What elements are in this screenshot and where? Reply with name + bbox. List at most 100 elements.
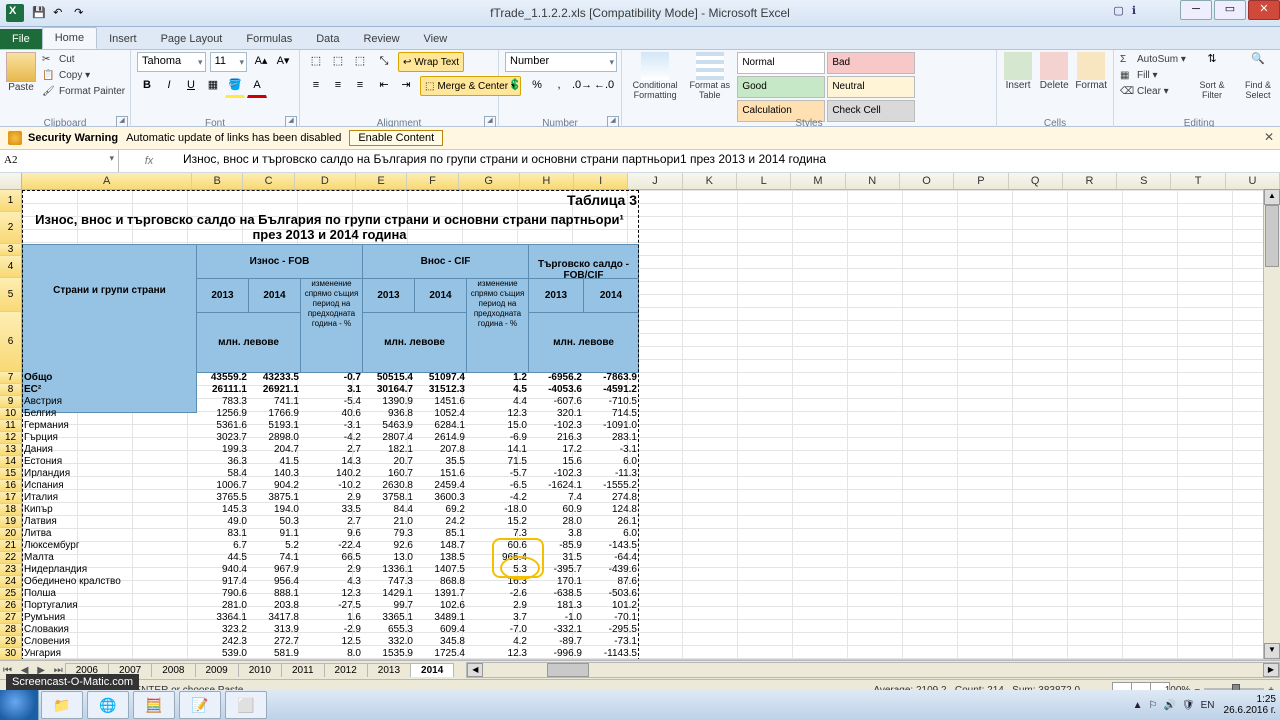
row-header[interactable]: 16: [0, 480, 22, 492]
format-as-table-button[interactable]: Format as Table: [688, 52, 731, 110]
enable-content-button[interactable]: Enable Content: [349, 130, 443, 146]
percent-icon[interactable]: %: [527, 76, 547, 96]
tab-review[interactable]: Review: [351, 29, 411, 49]
sheet-tab[interactable]: 2014: [410, 663, 454, 677]
column-header[interactable]: D: [295, 173, 356, 189]
copy-button[interactable]: 📋Copy ▾: [42, 68, 125, 84]
worksheet-grid[interactable]: ABCDEFGHIJKLMNOPQRSTU 123456789101112131…: [0, 173, 1280, 660]
minimize-button[interactable]: ─: [1180, 0, 1212, 20]
row-header[interactable]: 14: [0, 456, 22, 468]
row-header[interactable]: 18: [0, 504, 22, 516]
name-box[interactable]: [0, 150, 119, 172]
grow-font-icon[interactable]: A▴: [251, 52, 271, 72]
sheet-tab[interactable]: 2012: [324, 663, 368, 677]
row-header[interactable]: 30: [0, 648, 22, 660]
language-indicator[interactable]: EN: [1201, 700, 1215, 711]
tab-page-layout[interactable]: Page Layout: [149, 29, 235, 49]
accounting-icon[interactable]: 💲: [505, 76, 525, 96]
sheet-tab[interactable]: 2008: [151, 663, 195, 677]
number-format-combo[interactable]: Number: [505, 52, 617, 72]
row-header[interactable]: 24: [0, 576, 22, 588]
autosum-button[interactable]: ΣAutoSum ▾: [1120, 52, 1186, 68]
column-header[interactable]: S: [1117, 173, 1171, 189]
align-middle-icon[interactable]: ⬚: [328, 52, 348, 72]
comma-icon[interactable]: ,: [549, 76, 569, 96]
italic-button[interactable]: I: [159, 76, 179, 96]
column-headers[interactable]: ABCDEFGHIJKLMNOPQRSTU: [0, 173, 1280, 190]
column-header[interactable]: T: [1171, 173, 1225, 189]
dec-indent-icon[interactable]: ⇤: [374, 76, 394, 96]
quick-access-toolbar[interactable]: 💾 ↶ ↷: [30, 6, 90, 20]
row-header[interactable]: 7: [0, 372, 22, 384]
style-normal[interactable]: Normal: [737, 52, 825, 74]
row-header[interactable]: 25: [0, 588, 22, 600]
column-header[interactable]: A: [22, 173, 192, 189]
select-all-corner[interactable]: [0, 173, 22, 189]
system-tray[interactable]: ▲⚐🔊🛡 EN 1:2526.6.2016 г.: [1130, 690, 1280, 720]
column-header[interactable]: G: [459, 173, 520, 189]
sheet-area[interactable]: Таблица 3Износ, внос и търговско салдо н…: [22, 190, 1280, 660]
column-header[interactable]: E: [356, 173, 407, 189]
undo-icon[interactable]: ↶: [53, 6, 67, 20]
shrink-font-icon[interactable]: A▾: [273, 52, 293, 72]
column-header[interactable]: F: [407, 173, 458, 189]
row-header[interactable]: 13: [0, 444, 22, 456]
find-select-button[interactable]: 🔍Find & Select: [1238, 52, 1278, 110]
align-center-icon[interactable]: ≡: [328, 76, 348, 96]
cell-styles-gallery[interactable]: Normal Bad Good Neutral Calculation Chec…: [737, 52, 990, 110]
align-left-icon[interactable]: ≡: [306, 76, 326, 96]
underline-button[interactable]: U: [181, 76, 201, 96]
redo-icon[interactable]: ↷: [74, 6, 88, 20]
scroll-thumb[interactable]: [1265, 205, 1279, 267]
taskbar-app[interactable]: 🌐: [87, 691, 129, 719]
row-header[interactable]: 29: [0, 636, 22, 648]
conditional-formatting-button[interactable]: Conditional Formatting: [628, 52, 682, 110]
row-header[interactable]: 19: [0, 516, 22, 528]
row-header[interactable]: 23: [0, 564, 22, 576]
sheet-tab[interactable]: 2010: [238, 663, 282, 677]
column-header[interactable]: C: [243, 173, 294, 189]
clear-button[interactable]: ⌫Clear ▾: [1120, 84, 1186, 100]
tab-insert[interactable]: Insert: [97, 29, 149, 49]
paste-button[interactable]: Paste: [6, 52, 36, 110]
column-header[interactable]: B: [192, 173, 243, 189]
scroll-right-arrow[interactable]: ▶: [1263, 663, 1279, 677]
style-bad[interactable]: Bad: [827, 52, 915, 74]
hscroll-thumb[interactable]: [547, 663, 589, 677]
border-button[interactable]: ▦: [203, 76, 223, 96]
column-header[interactable]: I: [574, 173, 628, 189]
row-header[interactable]: 2: [0, 212, 22, 244]
row-header[interactable]: 8: [0, 384, 22, 396]
row-header[interactable]: 5: [0, 278, 22, 312]
row-header[interactable]: 11: [0, 420, 22, 432]
column-header[interactable]: Q: [1009, 173, 1063, 189]
row-header[interactable]: 6: [0, 312, 22, 372]
delete-cells-button[interactable]: Delete: [1039, 52, 1069, 110]
cut-button[interactable]: ✂Cut: [42, 52, 125, 68]
fill-button[interactable]: ▦Fill ▾: [1120, 68, 1186, 84]
column-header[interactable]: U: [1226, 173, 1280, 189]
font-color-button[interactable]: A: [247, 76, 267, 98]
sheet-tab[interactable]: 2011: [281, 663, 325, 677]
row-headers[interactable]: 1234567891011121314151617181920212223242…: [0, 190, 22, 660]
column-header[interactable]: O: [900, 173, 954, 189]
align-bottom-icon[interactable]: ⬚: [350, 52, 370, 72]
tab-home[interactable]: Home: [42, 27, 97, 49]
scroll-up-arrow[interactable]: ▲: [1264, 189, 1280, 205]
align-top-icon[interactable]: ⬚: [306, 52, 326, 72]
format-painter-button[interactable]: 🖌Format Painter: [42, 84, 125, 100]
row-header[interactable]: 21: [0, 540, 22, 552]
clock[interactable]: 1:2526.6.2016 г.: [1224, 694, 1276, 716]
column-header[interactable]: N: [846, 173, 900, 189]
bold-button[interactable]: B: [137, 76, 157, 96]
column-header[interactable]: K: [683, 173, 737, 189]
windows-taskbar[interactable]: 📁 🌐 🧮 📝 ⬜ ▲⚐🔊🛡 EN 1:2526.6.2016 г.: [0, 690, 1280, 720]
column-header[interactable]: J: [628, 173, 682, 189]
tab-data[interactable]: Data: [304, 29, 351, 49]
taskbar-app[interactable]: 🧮: [133, 691, 175, 719]
row-header[interactable]: 28: [0, 624, 22, 636]
row-header[interactable]: 10: [0, 408, 22, 420]
vertical-scrollbar[interactable]: ▲ ▼: [1263, 189, 1280, 659]
font-size-combo[interactable]: 11: [210, 52, 247, 72]
maximize-button[interactable]: ▭: [1214, 0, 1246, 20]
